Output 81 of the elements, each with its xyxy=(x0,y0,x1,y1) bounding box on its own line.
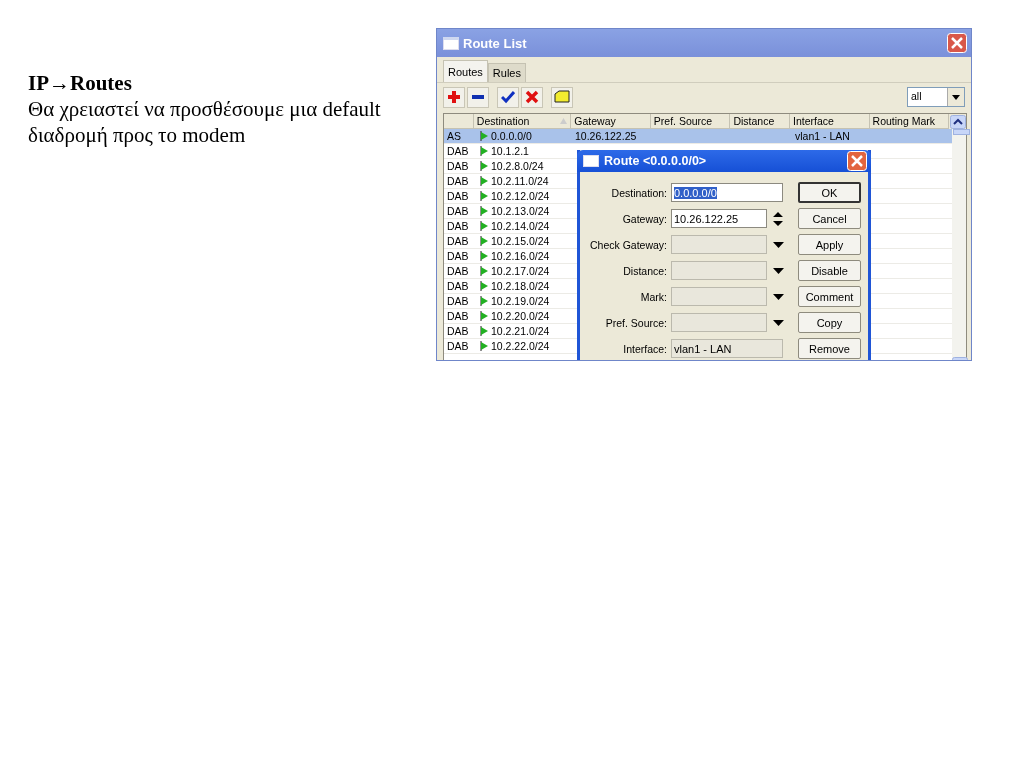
scroll-up-button[interactable] xyxy=(949,114,966,129)
check-icon xyxy=(501,90,515,104)
window-title: Route List xyxy=(463,35,528,51)
dropdown-arrow-icon xyxy=(952,94,960,100)
flags-cell-text: DAB xyxy=(446,219,470,233)
flags-cell-text: DAB xyxy=(446,324,470,338)
table-cell: 10.26.122.25 xyxy=(575,130,637,142)
table-cell: 10.1.2.1 xyxy=(491,145,529,157)
field-label: Destination: xyxy=(610,186,668,199)
flags-cell-text: DAB xyxy=(446,339,470,353)
filter-dropdown[interactable]: all xyxy=(907,87,965,107)
close-button[interactable] xyxy=(847,151,867,171)
flags-cell-text: DAB xyxy=(446,174,470,188)
flags-cell-text: DAB xyxy=(446,189,470,203)
table-cell: 10.2.19.0/24 xyxy=(491,295,550,307)
table-row[interactable]: AS 0.0.0.0/0 10.26.122.25 vlan1 - LAN xyxy=(444,129,952,144)
flags-cell-text: DAB xyxy=(446,249,470,263)
table-cell: 10.2.20.0/24 xyxy=(491,310,550,322)
remove-button[interactable] xyxy=(467,86,489,108)
field-label: Check Gateway: xyxy=(588,238,668,251)
dropdown-arrow-icon[interactable] xyxy=(773,319,784,326)
flags-cell-text: DAB xyxy=(446,234,470,248)
destination-field[interactable]: 0.0.0.0/0 xyxy=(671,183,783,202)
add-button[interactable] xyxy=(443,86,465,108)
table-cell: 10.2.11.0/24 xyxy=(491,175,549,187)
dialog-button[interactable]: Apply xyxy=(798,234,861,255)
dialog-button[interactable]: OK xyxy=(798,182,861,203)
field-label: Interface: xyxy=(622,342,668,355)
flags-cell-text: DAB xyxy=(446,144,470,158)
dropdown-field[interactable] xyxy=(671,287,767,306)
tab[interactable]: Rules xyxy=(487,63,526,82)
flags-cell-text: DAB xyxy=(446,309,470,323)
scroll-thumb[interactable] xyxy=(953,129,970,135)
slide-text: Θα χρειαστεί να προσθέσουμε μια default διαδρομή προς το modem xyxy=(28,96,382,148)
dropdown-field[interactable] xyxy=(671,313,767,332)
dialog-button[interactable]: Copy xyxy=(798,312,861,333)
table-cell: 10.2.12.0/24 xyxy=(491,190,550,202)
table-cell: 10.2.22.0/24 xyxy=(491,340,550,352)
gateway-field[interactable]: 10.26.122.25 xyxy=(671,209,767,228)
window-icon xyxy=(583,155,599,167)
dialog-button[interactable]: Remove xyxy=(798,338,861,359)
slide-heading: IP→Routes xyxy=(28,70,133,96)
field-label: Pref. Source: xyxy=(604,316,668,329)
dropdown-arrow-icon[interactable] xyxy=(773,267,784,274)
field-label: Distance: xyxy=(622,264,668,277)
dropdown-field[interactable] xyxy=(671,261,767,280)
disable-button[interactable] xyxy=(521,86,543,108)
flags-cell-text: DAB xyxy=(446,204,470,218)
window-icon xyxy=(443,36,459,50)
dropdown-arrow-icon[interactable] xyxy=(773,293,784,300)
dialog-button[interactable]: Disable xyxy=(798,260,861,281)
enable-button[interactable] xyxy=(497,86,519,108)
note-icon xyxy=(554,90,570,104)
table-cell: 10.2.14.0/24 xyxy=(491,220,550,232)
table-cell: vlan1 - LAN xyxy=(795,130,850,142)
dialog-button[interactable]: Comment xyxy=(798,286,861,307)
close-button[interactable] xyxy=(947,33,967,53)
dialog-button[interactable]: Cancel xyxy=(798,208,861,229)
comment-button[interactable] xyxy=(551,86,573,108)
table-cell: 0.0.0.0/0 xyxy=(491,130,532,142)
dropdown-field[interactable] xyxy=(671,235,767,254)
flags-cell-text: AS xyxy=(446,129,462,143)
flags-cell-text: DAB xyxy=(446,279,470,293)
table-cell: 10.2.16.0/24 xyxy=(491,250,550,262)
spin-icon[interactable] xyxy=(773,211,783,226)
table-cell: 10.2.21.0/24 xyxy=(491,325,550,337)
table-cell: 10.2.15.0/24 xyxy=(491,235,550,247)
flags-cell-text: DAB xyxy=(446,294,470,308)
table-cell: 10.2.8.0/24 xyxy=(491,160,544,172)
table-cell: 10.2.17.0/24 xyxy=(491,265,550,277)
cross-icon xyxy=(525,90,539,104)
flags-cell-text: DAB xyxy=(446,159,470,173)
plus-icon xyxy=(447,90,461,104)
tab[interactable]: Routes xyxy=(443,60,488,82)
field-label: Mark: xyxy=(639,290,668,303)
interface-field: vlan1 - LAN xyxy=(671,339,783,358)
table-cell: 10.2.18.0/24 xyxy=(491,280,550,292)
table-cell: 10.2.13.0/24 xyxy=(491,205,550,217)
field-label: Gateway: xyxy=(621,212,668,225)
flags-cell-text: DAB xyxy=(446,264,470,278)
dropdown-arrow-icon[interactable] xyxy=(773,241,784,248)
